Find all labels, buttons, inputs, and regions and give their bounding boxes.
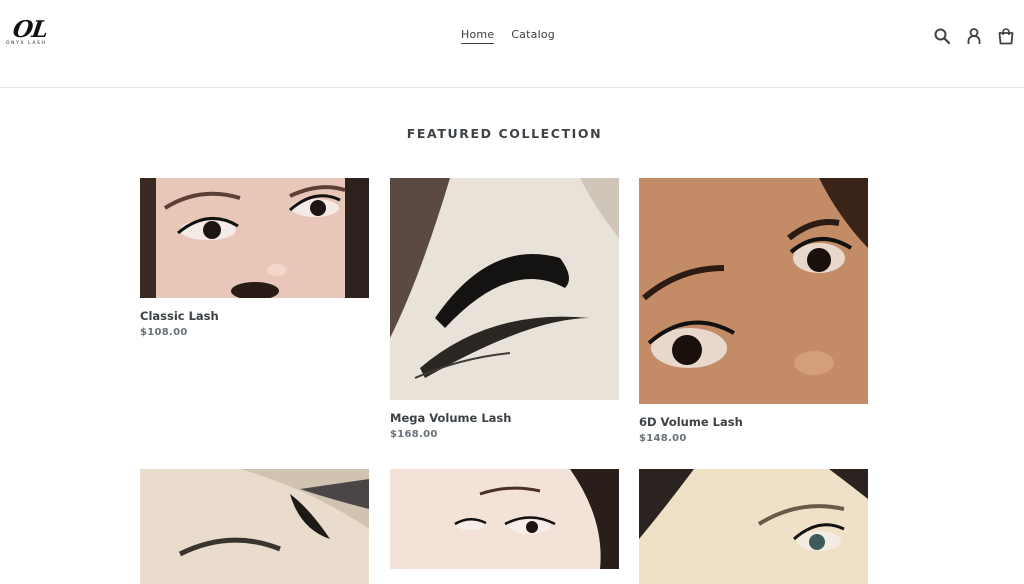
search-icon[interactable]	[933, 27, 951, 45]
product-price: $168.00	[390, 429, 438, 440]
product-card[interactable]: 6D Volume Lash $148.00	[639, 178, 868, 444]
section-title: FEATURED COLLECTION	[406, 126, 603, 141]
logo-mark: OL	[11, 16, 50, 43]
product-image[interactable]	[639, 178, 868, 404]
product-image[interactable]	[390, 178, 619, 400]
site-header: OL ONYX LASH Home Catalog	[0, 0, 1024, 88]
product-card[interactable]	[140, 469, 369, 584]
product-image[interactable]	[140, 469, 369, 584]
account-icon[interactable]	[965, 27, 983, 45]
main-nav: Home Catalog	[461, 28, 555, 44]
logo[interactable]: OL ONYX LASH	[5, 16, 53, 50]
cart-icon[interactable]	[997, 27, 1015, 45]
product-card[interactable]	[639, 469, 868, 584]
product-image[interactable]	[390, 469, 619, 569]
product-image[interactable]	[639, 469, 868, 584]
product-title[interactable]: Classic Lash	[140, 309, 369, 323]
nav-item-catalog[interactable]: Catalog	[511, 28, 555, 44]
product-card[interactable]: Classic Lash $108.00	[140, 178, 369, 338]
logo-text: ONYX LASH	[6, 41, 47, 46]
product-card[interactable]: Mega Volume Lash $168.00	[390, 178, 619, 440]
product-card[interactable]	[390, 469, 619, 580]
product-title[interactable]: Mega Volume Lash	[390, 411, 619, 425]
header-icons	[933, 27, 1015, 45]
product-title[interactable]: 6D Volume Lash	[639, 415, 868, 429]
nav-item-home[interactable]: Home	[461, 28, 495, 44]
product-image[interactable]	[140, 178, 369, 298]
product-price: $148.00	[639, 433, 687, 444]
product-price: $108.00	[140, 327, 188, 338]
